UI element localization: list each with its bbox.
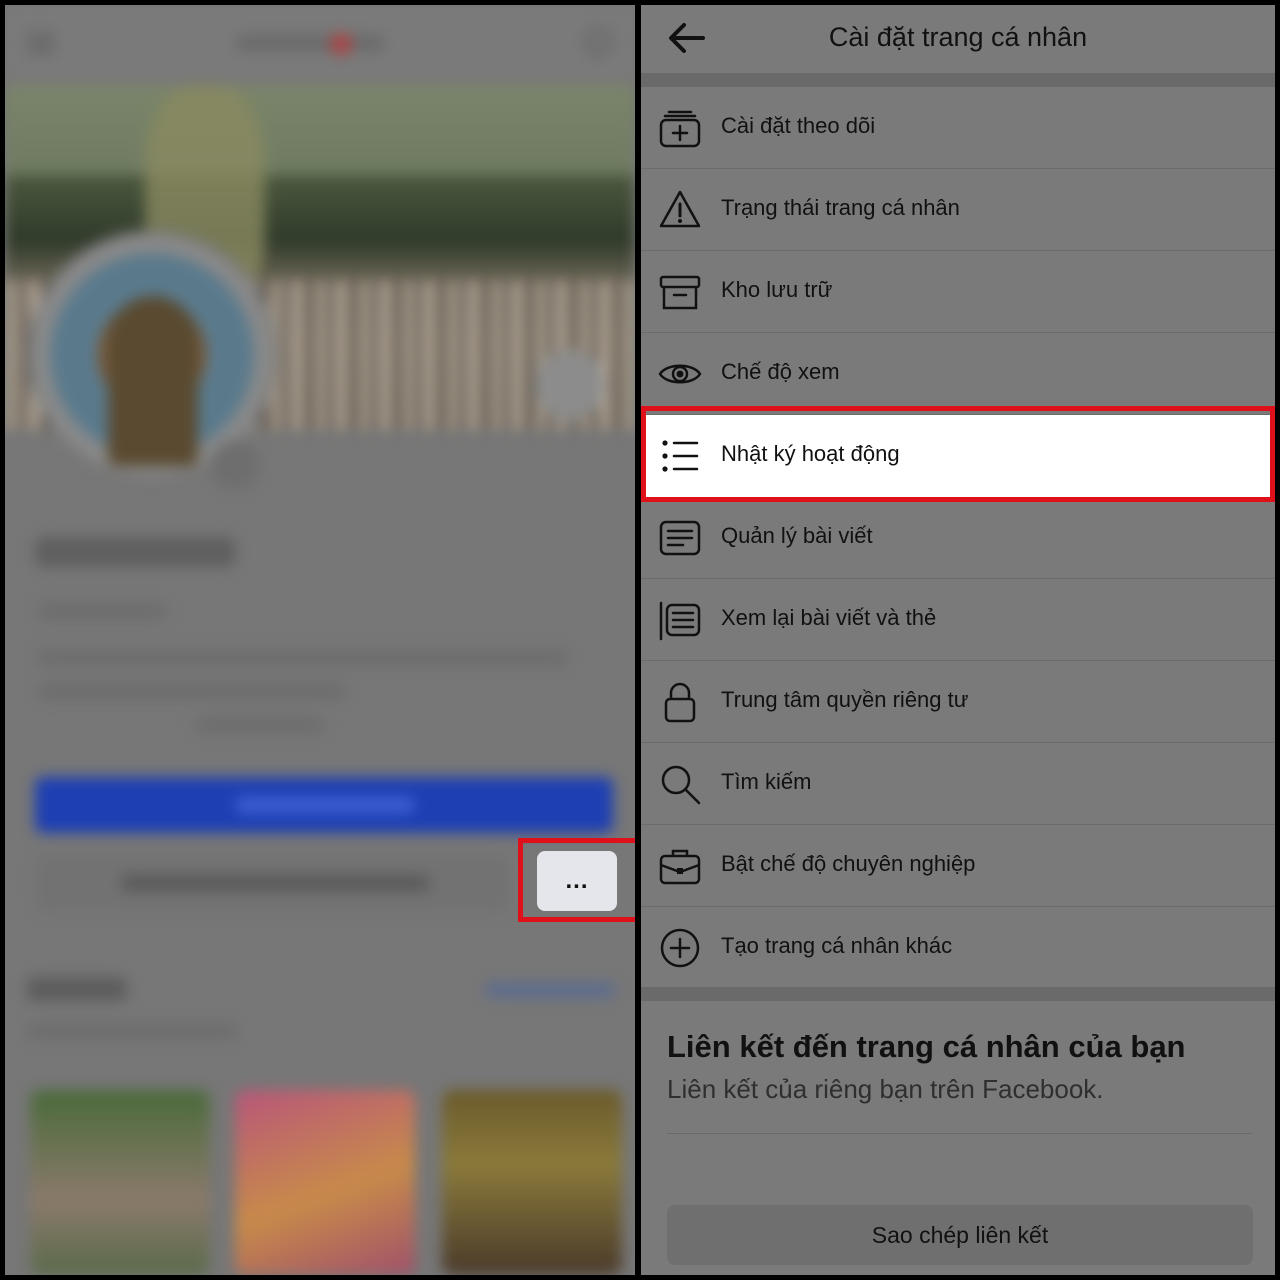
warning-icon xyxy=(659,190,701,228)
photo-thumbnail xyxy=(235,1090,415,1275)
menu-item-label: Xem lại bài viết và thẻ xyxy=(721,605,937,630)
blurred-secondary-button xyxy=(35,855,510,911)
menu-item-review-posts-tags[interactable]: Xem lại bài viết và thẻ xyxy=(641,579,1275,661)
search-icon xyxy=(661,765,701,805)
lock-icon xyxy=(664,682,696,723)
divider xyxy=(667,1133,1252,1134)
blurred-bio-line xyxy=(37,683,347,699)
menu-item-profile-status[interactable]: Trạng thái trang cá nhân xyxy=(641,169,1275,251)
menu-item-follow-settings[interactable]: Cài đặt theo dõi xyxy=(641,87,1275,169)
menu-item-label: Tìm kiếm xyxy=(721,769,812,794)
profile-top-bar xyxy=(5,5,635,81)
menu-item-label: Trạng thái trang cá nhân xyxy=(721,195,960,220)
briefcase-icon xyxy=(659,849,701,885)
blurred-bio-line xyxy=(37,650,567,666)
blurred-section-link xyxy=(485,983,615,997)
list-icon xyxy=(662,440,699,472)
avatar-camera-icon xyxy=(210,440,260,490)
menu-item-label: Cài đặt theo dõi xyxy=(721,113,876,138)
photo-thumbnail xyxy=(442,1090,622,1275)
more-options-button[interactable]: ... xyxy=(537,851,617,911)
menu-item-archive[interactable]: Kho lưu trữ xyxy=(641,251,1275,333)
blurred-primary-button xyxy=(35,777,613,833)
blurred-title xyxy=(235,33,385,55)
follow-settings-icon xyxy=(659,110,701,148)
blurred-profile-name xyxy=(35,537,235,567)
menu-icon xyxy=(27,33,55,53)
divider xyxy=(641,987,1275,1001)
review-tags-icon xyxy=(659,601,701,641)
photo-thumbnail xyxy=(30,1090,210,1275)
menu-item-create-profile[interactable]: Tạo trang cá nhân khác xyxy=(641,907,1275,989)
menu-item-label: Trung tâm quyền riêng tư xyxy=(721,687,969,712)
menu-item-privacy-center[interactable]: Trung tâm quyền riêng tư xyxy=(641,661,1275,743)
page-title: Cài đặt trang cá nhân xyxy=(828,22,1088,52)
menu-item-label: Quản lý bài viết xyxy=(721,523,873,548)
menu-item-label: Nhật ký hoạt động xyxy=(721,441,900,466)
blurred-bio-line xyxy=(195,717,325,733)
profile-link-title: Liên kết đến trang cá nhân của bạn xyxy=(667,1029,1186,1064)
divider xyxy=(641,73,1275,87)
menu-item-activity-log[interactable]: Nhật ký hoạt động xyxy=(641,415,1275,497)
menu-item-label: Kho lưu trữ xyxy=(721,277,833,302)
menu-item-label: Bật chế độ chuyên nghiệp xyxy=(721,851,976,876)
menu-item-label: Chế độ xem xyxy=(721,359,840,384)
menu-item-professional-mode[interactable]: Bật chế độ chuyên nghiệp xyxy=(641,825,1275,907)
blurred-section-title xyxy=(27,977,127,1001)
posts-icon xyxy=(659,520,701,556)
profile-panel: ... xyxy=(5,5,635,1275)
profile-link-subtitle: Liên kết của riêng bạn trên Facebook. xyxy=(667,1074,1104,1104)
menu-item-view-as[interactable]: Chế độ xem xyxy=(641,333,1275,415)
archive-icon xyxy=(659,275,701,310)
settings-panel: Cài đặt trang cá nhân Cài đặt theo dõi T… xyxy=(641,5,1275,1275)
camera-icon xyxy=(535,350,605,420)
search-icon xyxy=(585,29,611,55)
blurred-section-subtitle xyxy=(27,1023,237,1039)
menu-item-manage-posts[interactable]: Quản lý bài viết xyxy=(641,497,1275,579)
blurred-profile-background xyxy=(5,5,635,1275)
menu-item-label: Tạo trang cá nhân khác xyxy=(721,933,953,958)
copy-link-button[interactable]: Sao chép liên kết xyxy=(667,1205,1253,1265)
blurred-profile-subtitle xyxy=(37,603,167,619)
plus-circle-icon xyxy=(660,928,700,968)
settings-header: Cài đặt trang cá nhân xyxy=(641,5,1275,73)
menu-item-search[interactable]: Tìm kiếm xyxy=(641,743,1275,825)
eye-icon xyxy=(658,364,702,384)
